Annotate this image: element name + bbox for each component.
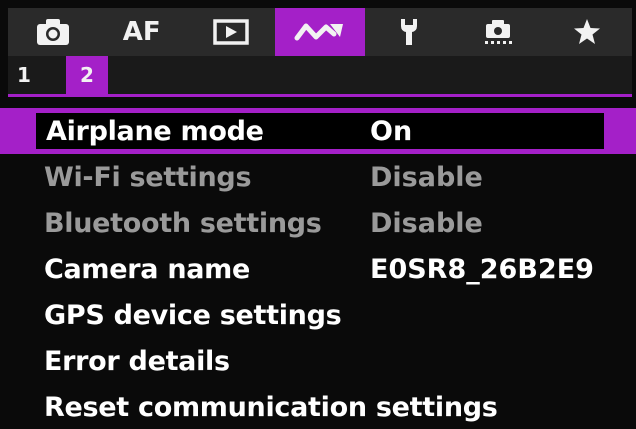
menu-item-error-details[interactable]: Error details [0, 338, 636, 384]
menu-item-label: Error details [44, 345, 230, 377]
tab-custom-functions[interactable] [454, 8, 543, 56]
menu-item-label: Camera name [44, 253, 251, 285]
menu-item-airplane-mode[interactable]: Airplane mode On [0, 108, 636, 154]
wrench-icon [401, 19, 418, 45]
tab-wireless[interactable] [275, 8, 365, 56]
playback-icon [213, 19, 249, 45]
menu-item-bluetooth-settings[interactable]: Bluetooth settings Disable [0, 200, 636, 246]
menu-item-label: Reset communication settings [44, 391, 498, 423]
page-1-indicator[interactable]: 1 [10, 56, 38, 94]
menu-item-label: Bluetooth settings [44, 207, 322, 239]
page-indicator: 1 2 [8, 56, 632, 94]
custom-function-icon [485, 20, 513, 44]
menu-item-wifi-settings[interactable]: Wi-Fi settings Disable [0, 154, 636, 200]
menu-item-gps-device-settings[interactable]: GPS device settings [0, 292, 636, 338]
page-2-indicator[interactable]: 2 [66, 56, 108, 94]
wireless-icon [294, 23, 343, 41]
tab-af[interactable]: AF [97, 8, 186, 56]
menu-item-value: On [370, 115, 413, 147]
camera-icon [36, 19, 69, 45]
menu-item-label: Airplane mode [46, 115, 264, 147]
menu-item-label: Wi-Fi settings [44, 161, 252, 193]
star-icon [574, 19, 601, 44]
menu-list: Airplane mode On Wi-Fi settings Disable … [0, 108, 636, 429]
tab-my-menu[interactable] [543, 8, 632, 56]
menu-item-label: GPS device settings [44, 299, 342, 331]
tab-af-label: AF [122, 17, 161, 47]
tab-shooting[interactable] [8, 8, 97, 56]
tab-playback[interactable] [186, 8, 275, 56]
menu-item-value: Disable [370, 161, 483, 193]
menu-tab-bar: AF [8, 8, 632, 56]
menu-item-reset-communication-settings[interactable]: Reset communication settings [0, 384, 636, 429]
tab-divider [8, 94, 632, 97]
tab-setup[interactable] [365, 8, 454, 56]
camera-menu-screen: AF 1 2 Airplane mode On Wi-Fi settings D… [0, 0, 636, 429]
menu-item-value: E0SR8_26B2E9 [370, 253, 594, 285]
menu-item-camera-name[interactable]: Camera name E0SR8_26B2E9 [0, 246, 636, 292]
menu-item-value: Disable [370, 207, 483, 239]
